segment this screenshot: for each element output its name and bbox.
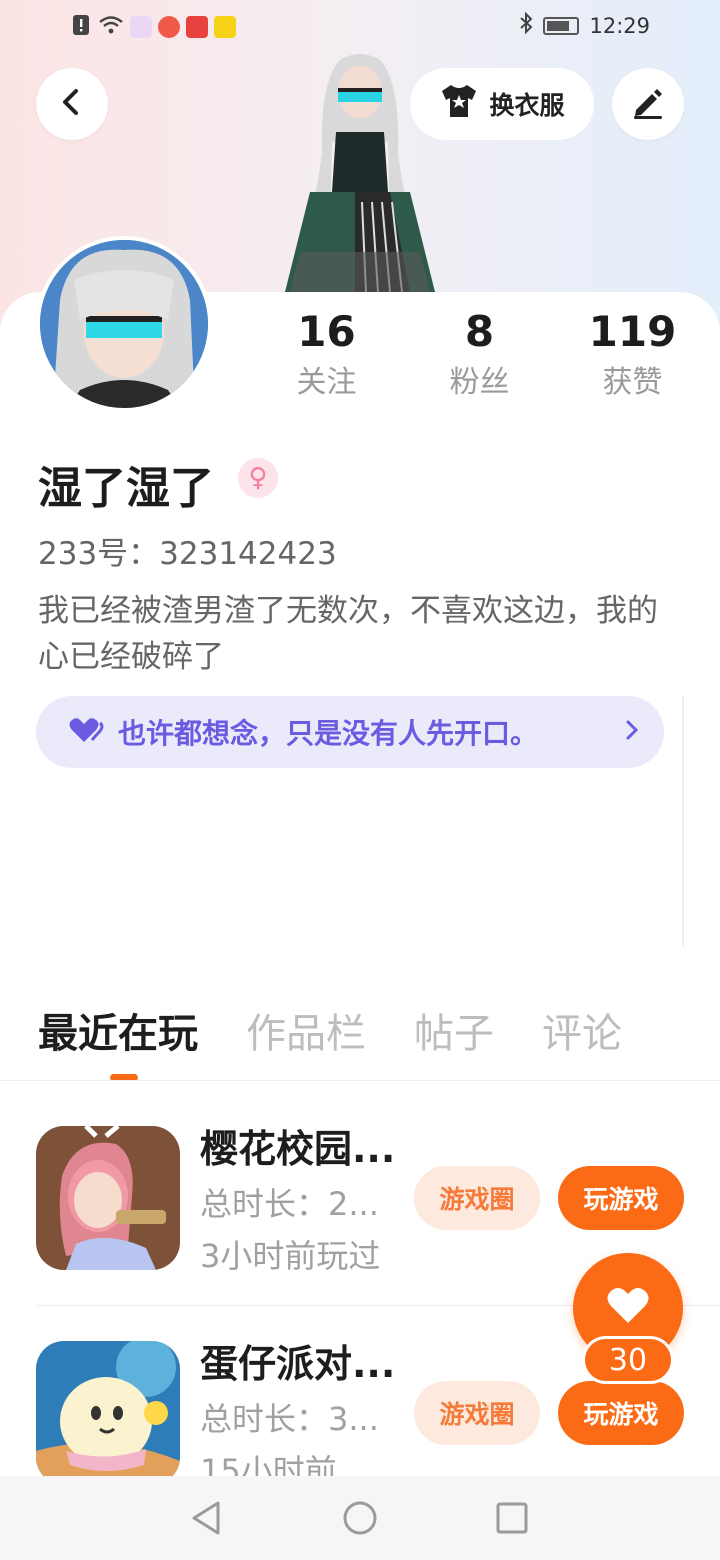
system-nav-bar xyxy=(0,1476,720,1560)
tab-works[interactable]: 作品栏 xyxy=(246,1006,366,1062)
game-circle-button[interactable]: 游戏圈 xyxy=(414,1381,540,1445)
divider xyxy=(682,696,684,946)
game-duration: 总时长：2... xyxy=(200,1185,379,1223)
play-game-button[interactable]: 玩游戏 xyxy=(558,1381,684,1445)
game-duration: 总时长：3... xyxy=(200,1400,379,1438)
game-name: 樱花校园... xyxy=(200,1127,396,1171)
heart-pair-icon xyxy=(68,716,104,748)
alert-icon xyxy=(70,14,92,40)
stat-following-value: 16 xyxy=(297,307,356,356)
battery-icon xyxy=(543,16,580,35)
tab-recently-played[interactable]: 最近在玩 xyxy=(38,1006,198,1062)
stat-fans-value: 8 xyxy=(464,307,495,356)
back-button[interactable] xyxy=(36,68,108,140)
tab-posts[interactable]: 帖子 xyxy=(414,1006,494,1062)
edit-profile-button[interactable] xyxy=(612,68,684,140)
game-icon-sakura-school[interactable] xyxy=(36,1126,180,1270)
tabs-divider xyxy=(0,1080,720,1081)
stat-likes-label: 获赞 xyxy=(602,365,663,400)
app-icon-2 xyxy=(158,16,180,38)
wifi-icon xyxy=(98,14,124,40)
game-circle-button[interactable]: 游戏圈 xyxy=(414,1166,540,1230)
mood-text: 也许都想念，只是没有人先开口。 xyxy=(118,717,539,750)
user-id: 233号：323142423 xyxy=(38,536,337,572)
status-left-icons xyxy=(70,14,236,40)
like-count: 30 xyxy=(582,1336,674,1384)
profile-avatar[interactable] xyxy=(36,236,212,412)
app-icon-3 xyxy=(186,16,208,38)
status-bar: 12:29 xyxy=(0,0,720,56)
stat-fans-label: 粉丝 xyxy=(449,365,510,400)
profile-stats: 16 关注 8 粉丝 119 获赞 xyxy=(250,306,720,408)
nav-back-icon[interactable] xyxy=(186,1498,226,1538)
status-time: 12:29 xyxy=(589,13,650,38)
stat-following[interactable]: 16 关注 xyxy=(250,306,403,408)
chevron-right-icon xyxy=(624,718,640,746)
stat-likes-value: 119 xyxy=(588,307,677,356)
heart-icon xyxy=(606,1285,650,1329)
stat-following-label: 关注 xyxy=(296,365,357,400)
stat-likes[interactable]: 119 获赞 xyxy=(556,306,709,408)
nav-recents-icon[interactable] xyxy=(492,1498,532,1538)
female-gender-icon: ♀ xyxy=(238,458,278,498)
game-name: 蛋仔派对... xyxy=(200,1342,396,1386)
user-bio: 我已经被渣男渣了无数次，不喜欢这边，我的心已经破碎了 xyxy=(38,593,658,675)
mood-status[interactable]: 也许都想念，只是没有人先开口。 xyxy=(36,696,664,768)
game-icon-eggy-party[interactable] xyxy=(36,1341,180,1485)
avatar-character-figure[interactable] xyxy=(270,52,450,297)
app-icon-1 xyxy=(130,16,152,38)
tab-comments[interactable]: 评论 xyxy=(542,1006,622,1062)
status-right: 12:29 xyxy=(519,11,650,39)
nav-home-icon[interactable] xyxy=(340,1498,380,1538)
game-last-played: 3小时前玩过 xyxy=(200,1237,381,1275)
username: 湿了湿了 xyxy=(38,463,214,514)
pen-icon xyxy=(630,84,666,124)
chevron-left-icon xyxy=(57,87,87,121)
stat-fans[interactable]: 8 粉丝 xyxy=(403,306,556,408)
bluetooth-icon xyxy=(519,11,533,39)
app-icon-4 xyxy=(214,16,236,38)
profile-tabs: 最近在玩 作品栏 帖子 评论 xyxy=(38,1006,670,1062)
play-game-button[interactable]: 玩游戏 xyxy=(558,1166,684,1230)
change-outfit-label: 换衣服 xyxy=(489,91,565,120)
